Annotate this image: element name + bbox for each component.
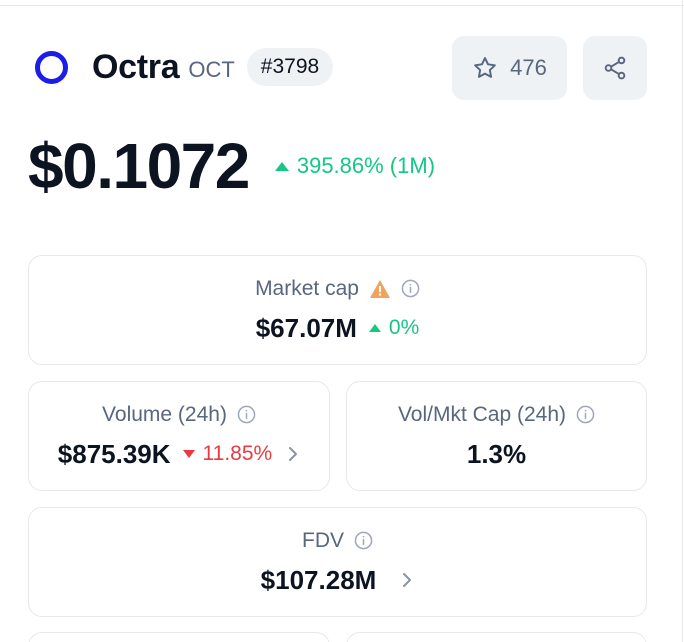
fdv-label-row: FDV bbox=[302, 529, 373, 553]
market-cap-label: Market cap bbox=[255, 276, 359, 300]
next-stat-card-right bbox=[346, 632, 647, 642]
info-icon[interactable] bbox=[576, 405, 595, 424]
top-divider bbox=[0, 0, 684, 6]
market-cap-label-row: Market cap bbox=[255, 277, 420, 301]
vol-mkt-cap-value: 1.3% bbox=[466, 438, 527, 469]
fdv-label: FDV bbox=[302, 528, 344, 552]
price-row: $0.1072 395.86% (1M) bbox=[28, 128, 435, 204]
vol-mkt-cap-value-row: 1.3% bbox=[467, 439, 526, 470]
info-icon[interactable] bbox=[354, 531, 373, 550]
watchlist-count: 476 bbox=[510, 55, 547, 80]
volume-label: Volume (24h) bbox=[102, 402, 227, 426]
vol-mkt-cap-label: Vol/Mkt Cap (24h) bbox=[397, 402, 567, 426]
coin-name: Octra bbox=[92, 47, 180, 86]
price-value: $0.1072 bbox=[28, 130, 250, 202]
price-change: 395.86% (1M) bbox=[274, 153, 436, 179]
market-cap-value-row: $67.07M 0% bbox=[256, 313, 420, 344]
vol-mkt-cap-card: Vol/Mkt Cap (24h) 1.3% bbox=[346, 381, 647, 491]
volume-label-row: Volume (24h) bbox=[102, 403, 256, 427]
volume-change-value: 11.85% bbox=[202, 442, 273, 465]
volume-value-row: $875.39K 11.85% bbox=[58, 439, 300, 470]
market-cap-change: 0% bbox=[368, 316, 420, 340]
star-icon bbox=[472, 55, 498, 81]
market-cap-change-value: 0% bbox=[388, 316, 420, 339]
coin-logo bbox=[34, 50, 68, 84]
chevron-right-icon[interactable] bbox=[400, 571, 414, 589]
next-stat-card-left bbox=[28, 632, 330, 642]
down-triangle-icon bbox=[182, 450, 195, 458]
price-change-value: 395.86% (1M) bbox=[296, 153, 436, 178]
fdv-card[interactable]: FDV $107.28M bbox=[28, 507, 647, 617]
share-icon bbox=[602, 55, 628, 81]
info-icon[interactable] bbox=[401, 279, 420, 298]
warning-icon[interactable] bbox=[369, 279, 391, 299]
fdv-value: $107.28M bbox=[260, 564, 377, 595]
up-triangle-icon bbox=[274, 161, 289, 171]
fdv-value-row: $107.28M bbox=[261, 565, 415, 596]
chevron-right-icon[interactable] bbox=[286, 445, 300, 463]
info-icon[interactable] bbox=[237, 405, 256, 424]
coin-symbol: OCT bbox=[188, 57, 235, 82]
volume-value: $875.39K bbox=[57, 438, 171, 469]
market-cap-value: $67.07M bbox=[255, 312, 357, 343]
market-cap-card: Market cap $67.07M 0% bbox=[28, 255, 647, 365]
volume-change: 11.85% bbox=[182, 442, 273, 466]
coin-header: Octra OCT #3798 bbox=[34, 46, 334, 88]
watchlist-button[interactable]: 476 bbox=[452, 36, 567, 100]
vol-mkt-cap-label-row: Vol/Mkt Cap (24h) bbox=[398, 403, 595, 427]
rank-badge: #3798 bbox=[246, 48, 334, 86]
volume-card[interactable]: Volume (24h) $875.39K 11.85% bbox=[28, 381, 330, 491]
right-divider bbox=[682, 0, 683, 642]
up-triangle-icon bbox=[368, 324, 381, 332]
share-button[interactable] bbox=[583, 36, 647, 100]
